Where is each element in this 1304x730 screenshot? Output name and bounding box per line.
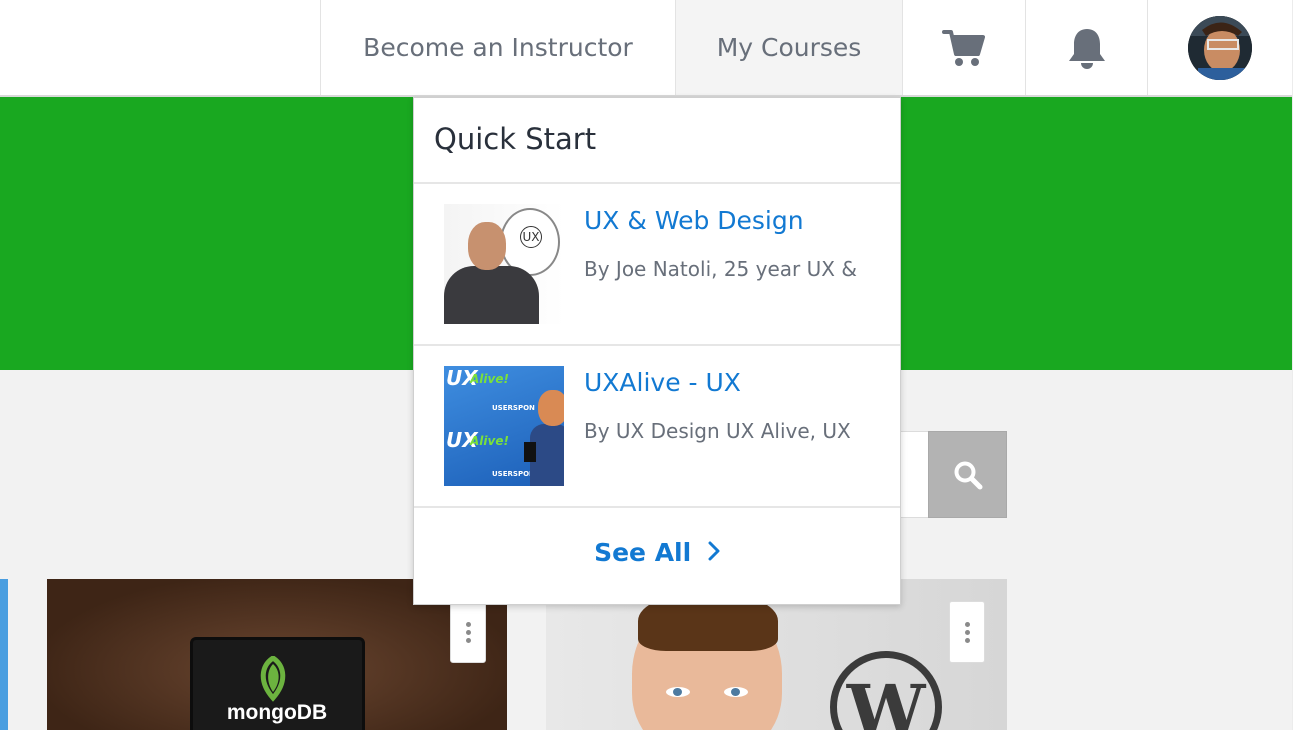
top-header: Become an Instructor My Courses xyxy=(0,0,1292,97)
instructor-eye xyxy=(724,687,748,697)
course-author: By UX Design UX Alive, UX xyxy=(584,419,851,443)
course-card-menu-button[interactable] xyxy=(450,601,486,663)
kebab-dot xyxy=(465,637,471,643)
wordpress-logo-icon: W xyxy=(830,651,942,730)
course-thumbnail: UX Alive! USERSPON UX Alive! USERSPON xyxy=(444,366,564,486)
dropdown-course-item[interactable]: UX Alive! USERSPON UX Alive! USERSPON UX… xyxy=(414,346,900,506)
instructor-head xyxy=(468,222,506,270)
course-card-partial[interactable] xyxy=(0,579,8,730)
my-courses-link[interactable]: My Courses xyxy=(675,0,902,95)
dropdown-title: Quick Start xyxy=(434,122,597,156)
become-instructor-label: Become an Instructor xyxy=(363,33,633,62)
cart-icon xyxy=(942,29,985,66)
page-scrollbar[interactable] xyxy=(1292,0,1304,730)
dropdown-course-item[interactable]: UX UX & Web Design By Joe Natoli, 25 yea… xyxy=(414,184,900,344)
course-author: By Joe Natoli, 25 year UX & xyxy=(584,257,857,281)
cart-button[interactable] xyxy=(902,0,1025,95)
sponsor-text: USERSPON xyxy=(492,404,535,412)
kebab-dot xyxy=(465,621,471,627)
chevron-right-icon xyxy=(708,541,720,561)
user-avatar xyxy=(1188,15,1252,80)
wordpress-logo-letter: W xyxy=(846,669,926,730)
whiteboard-ux-mark: UX xyxy=(520,226,542,248)
notifications-button[interactable] xyxy=(1025,0,1147,95)
sponsor-text: USERSPON xyxy=(492,470,535,478)
kebab-dot xyxy=(964,621,970,627)
avatar-picture xyxy=(1188,15,1252,80)
uxalive-logo-alive: Alive! xyxy=(470,434,509,448)
instructor-eye xyxy=(666,687,690,697)
mongodb-logo-text: mongoDB xyxy=(226,701,328,724)
uxalive-logo-alive: Alive! xyxy=(470,372,509,386)
see-all-label: See All xyxy=(594,538,692,567)
course-title[interactable]: UXAlive - UX xyxy=(584,368,741,397)
page-root: Become an Instructor My Courses mongoDB … xyxy=(0,0,1304,730)
course-thumbnail: UX xyxy=(444,204,564,324)
person-head xyxy=(538,390,564,426)
course-card-menu-button[interactable] xyxy=(949,601,985,663)
phone-graphic xyxy=(524,442,536,462)
my-courses-dropdown: Quick Start UX UX & Web Design By Joe Na… xyxy=(413,97,901,605)
search-icon xyxy=(954,461,982,489)
course-title[interactable]: UX & Web Design xyxy=(584,206,804,235)
instructor-body xyxy=(444,266,539,324)
my-courses-label: My Courses xyxy=(716,33,862,62)
kebab-dot xyxy=(964,637,970,643)
kebab-dot xyxy=(964,629,970,635)
kebab-dot xyxy=(465,629,471,635)
see-all-link[interactable]: See All xyxy=(414,538,900,567)
search-button[interactable] xyxy=(928,431,1007,518)
become-instructor-link[interactable]: Become an Instructor xyxy=(320,0,675,95)
mongodb-leaf-icon xyxy=(253,654,293,702)
bell-icon xyxy=(1068,28,1105,69)
divider xyxy=(414,506,900,508)
profile-menu[interactable] xyxy=(1147,0,1292,95)
